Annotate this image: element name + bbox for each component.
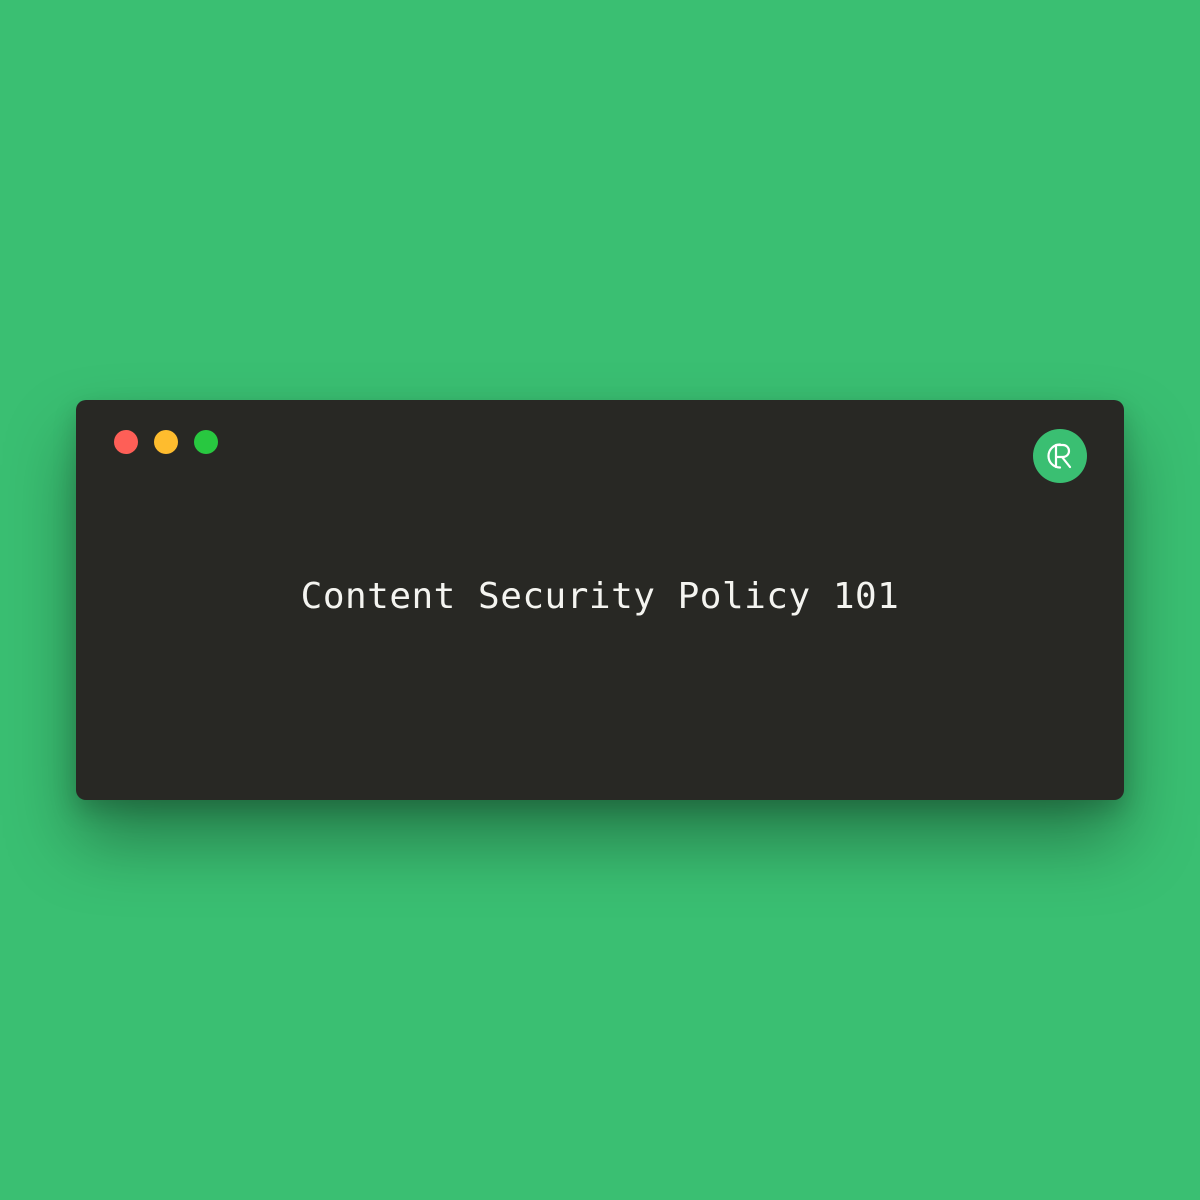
app-window: Content Security Policy 101 — [76, 400, 1124, 800]
page-title: Content Security Policy 101 — [300, 576, 900, 617]
minimize-button[interactable] — [154, 430, 178, 454]
window-controls — [114, 430, 218, 454]
maximize-button[interactable] — [194, 430, 218, 454]
close-button[interactable] — [114, 430, 138, 454]
cr-monogram-icon — [1047, 443, 1072, 469]
brand-logo — [1033, 429, 1087, 483]
